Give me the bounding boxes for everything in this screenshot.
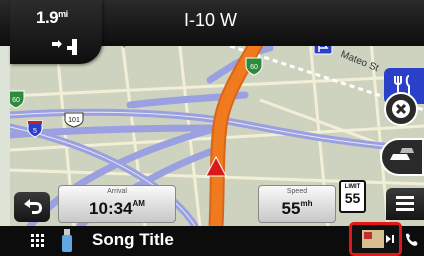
- song-title[interactable]: Song Title: [92, 230, 174, 250]
- menu-button[interactable]: [386, 188, 424, 220]
- speed-label: Speed: [286, 188, 308, 195]
- svg-text:60: 60: [12, 97, 20, 104]
- svg-text:60: 60: [250, 64, 258, 71]
- back-icon: [24, 199, 42, 214]
- arrival-time-field[interactable]: Arrival 10:34AM: [58, 185, 176, 223]
- speed-field[interactable]: Speed 55mh: [258, 185, 336, 223]
- speed-limit-value: 55: [344, 190, 361, 206]
- turn-right-icon: [52, 39, 77, 55]
- speed-value: 55mh: [281, 199, 313, 218]
- media-player-button[interactable]: [349, 222, 402, 256]
- arrival-time-suffix: AM: [132, 199, 145, 208]
- shield-60-b: 60: [10, 90, 25, 109]
- current-road-name: I-10 W: [184, 10, 238, 30]
- distance-unit: mi: [58, 9, 68, 19]
- speed-limit-sign: LIMIT 55: [339, 180, 366, 213]
- svg-text:5: 5: [33, 128, 37, 135]
- phone-icon[interactable]: [404, 232, 418, 248]
- traffic-icon: [390, 148, 414, 164]
- arrival-time: 10:34AM: [89, 199, 145, 218]
- arrival-label: Arrival: [107, 188, 127, 195]
- usb-icon: [62, 229, 72, 252]
- back-button[interactable]: [14, 192, 50, 222]
- cancel-route-icon: [392, 100, 410, 118]
- next-turn-distance: 1.9mi: [36, 8, 68, 27]
- media-player-icon: [362, 230, 394, 248]
- shield-101: 101: [64, 112, 84, 128]
- navigation-screen: 60 60 5 101 Mateo St I-10 W 1.9mi Arriva…: [0, 0, 424, 256]
- traffic-button[interactable]: [380, 138, 424, 176]
- menu-icon: [396, 196, 414, 211]
- speed-unit: mh: [300, 199, 313, 208]
- cancel-route-button[interactable]: [384, 92, 418, 126]
- next-turn-panel[interactable]: 1.9mi: [10, 0, 102, 64]
- svg-text:101: 101: [68, 117, 80, 124]
- apps-grid-icon[interactable]: [31, 234, 45, 248]
